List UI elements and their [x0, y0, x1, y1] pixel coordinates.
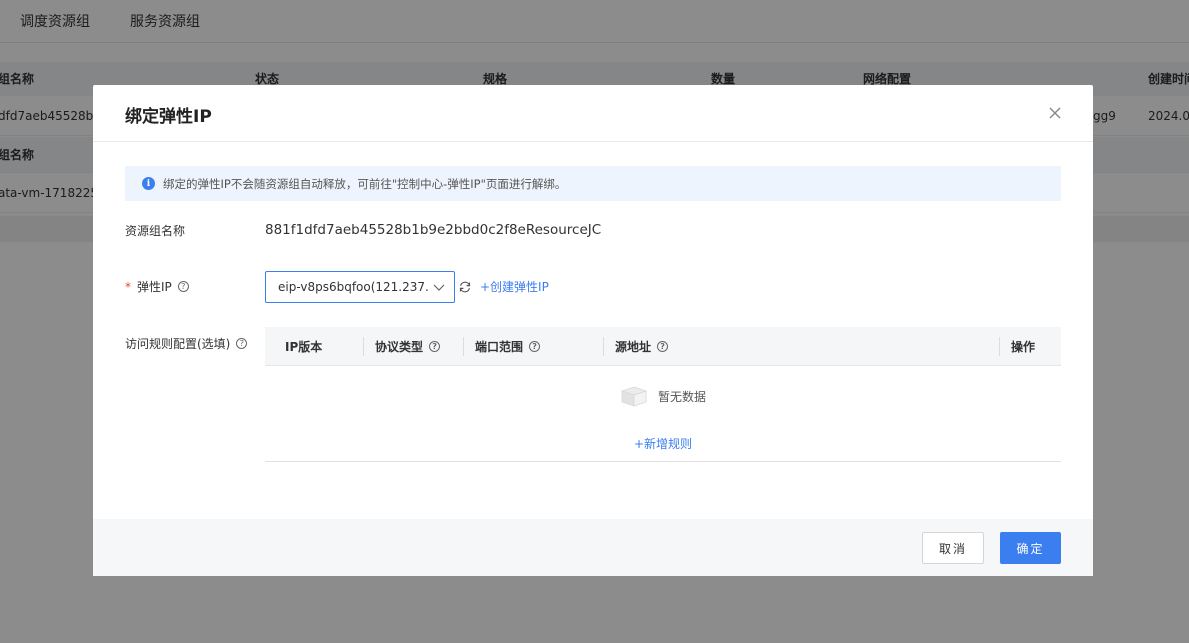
access-rules-label-text: 访问规则配置(选填) [125, 337, 231, 351]
help-icon[interactable]: ? [177, 281, 189, 292]
bind-eip-dialog: 绑定弹性IP i 绑定的弹性IP不会随资源组自动释放，可前往"控制中心-弹性IP… [93, 85, 1093, 576]
col-port-range: 端口范围 ? [475, 327, 541, 366]
empty-state: 暂无数据 [620, 385, 706, 407]
refresh-icon[interactable] [458, 280, 472, 294]
help-icon[interactable]: ? [529, 341, 541, 352]
col-source-address-label: 源地址 [615, 340, 652, 354]
column-divider [999, 337, 1000, 356]
access-rules-label: 访问规则配置(选填) ? [125, 335, 248, 352]
empty-box-icon [620, 386, 648, 407]
access-rules-table: IP版本 协议类型 ? 端口范围 ? 源地址 ? 操作 暂无数据 +新增规则 [265, 327, 1061, 462]
help-icon[interactable]: ? [657, 341, 669, 352]
notice-banner: i 绑定的弹性IP不会随资源组自动释放，可前往"控制中心-弹性IP"页面进行解绑… [125, 166, 1061, 201]
chevron-down-icon [433, 284, 445, 291]
info-icon: i [142, 177, 155, 190]
help-icon[interactable]: ? [429, 341, 441, 352]
column-divider [603, 337, 604, 356]
close-icon [1049, 107, 1061, 119]
required-mark: * [125, 279, 131, 294]
eip-select[interactable]: eip-v8ps6bqfoo(121.237.17 [265, 271, 455, 303]
eip-label: * 弹性IP ? [125, 278, 189, 295]
eip-select-value: eip-v8ps6bqfoo(121.237.17 [278, 280, 428, 294]
col-port-range-label: 端口范围 [475, 340, 524, 354]
col-ip-version: IP版本 [285, 327, 322, 366]
resource-group-value: 881f1dfd7aeb45528b1b9e2bbd0c2f8eResource… [265, 222, 602, 238]
resource-group-label-text: 资源组名称 [125, 224, 186, 238]
add-rule-link[interactable]: +新增规则 [265, 435, 1061, 452]
rules-table-header: IP版本 协议类型 ? 端口范围 ? 源地址 ? 操作 [265, 327, 1061, 366]
dialog-title: 绑定弹性IP [125, 107, 212, 127]
confirm-button[interactable]: 确定 [1000, 532, 1061, 564]
col-actions: 操作 [1011, 327, 1035, 366]
create-eip-link[interactable]: +创建弹性IP [480, 278, 549, 295]
resource-group-label: 资源组名称 [125, 222, 185, 239]
empty-text: 暂无数据 [658, 389, 707, 404]
col-protocol: 协议类型 ? [375, 327, 441, 366]
help-icon[interactable]: ? [236, 338, 248, 349]
column-divider [363, 337, 364, 356]
column-divider [463, 337, 464, 356]
col-actions-label: 操作 [1011, 340, 1036, 354]
col-source-address: 源地址 ? [615, 327, 669, 366]
eip-label-text: 弹性IP [137, 280, 172, 294]
dialog-footer: 取消 确定 [93, 519, 1093, 576]
close-button[interactable] [1045, 103, 1065, 123]
dialog-header: 绑定弹性IP [93, 85, 1093, 142]
col-ip-version-label: IP版本 [285, 340, 323, 354]
cancel-button[interactable]: 取消 [922, 532, 984, 564]
notice-text: 绑定的弹性IP不会随资源组自动释放，可前往"控制中心-弹性IP"页面进行解绑。 [163, 176, 567, 191]
col-protocol-label: 协议类型 [375, 340, 424, 354]
